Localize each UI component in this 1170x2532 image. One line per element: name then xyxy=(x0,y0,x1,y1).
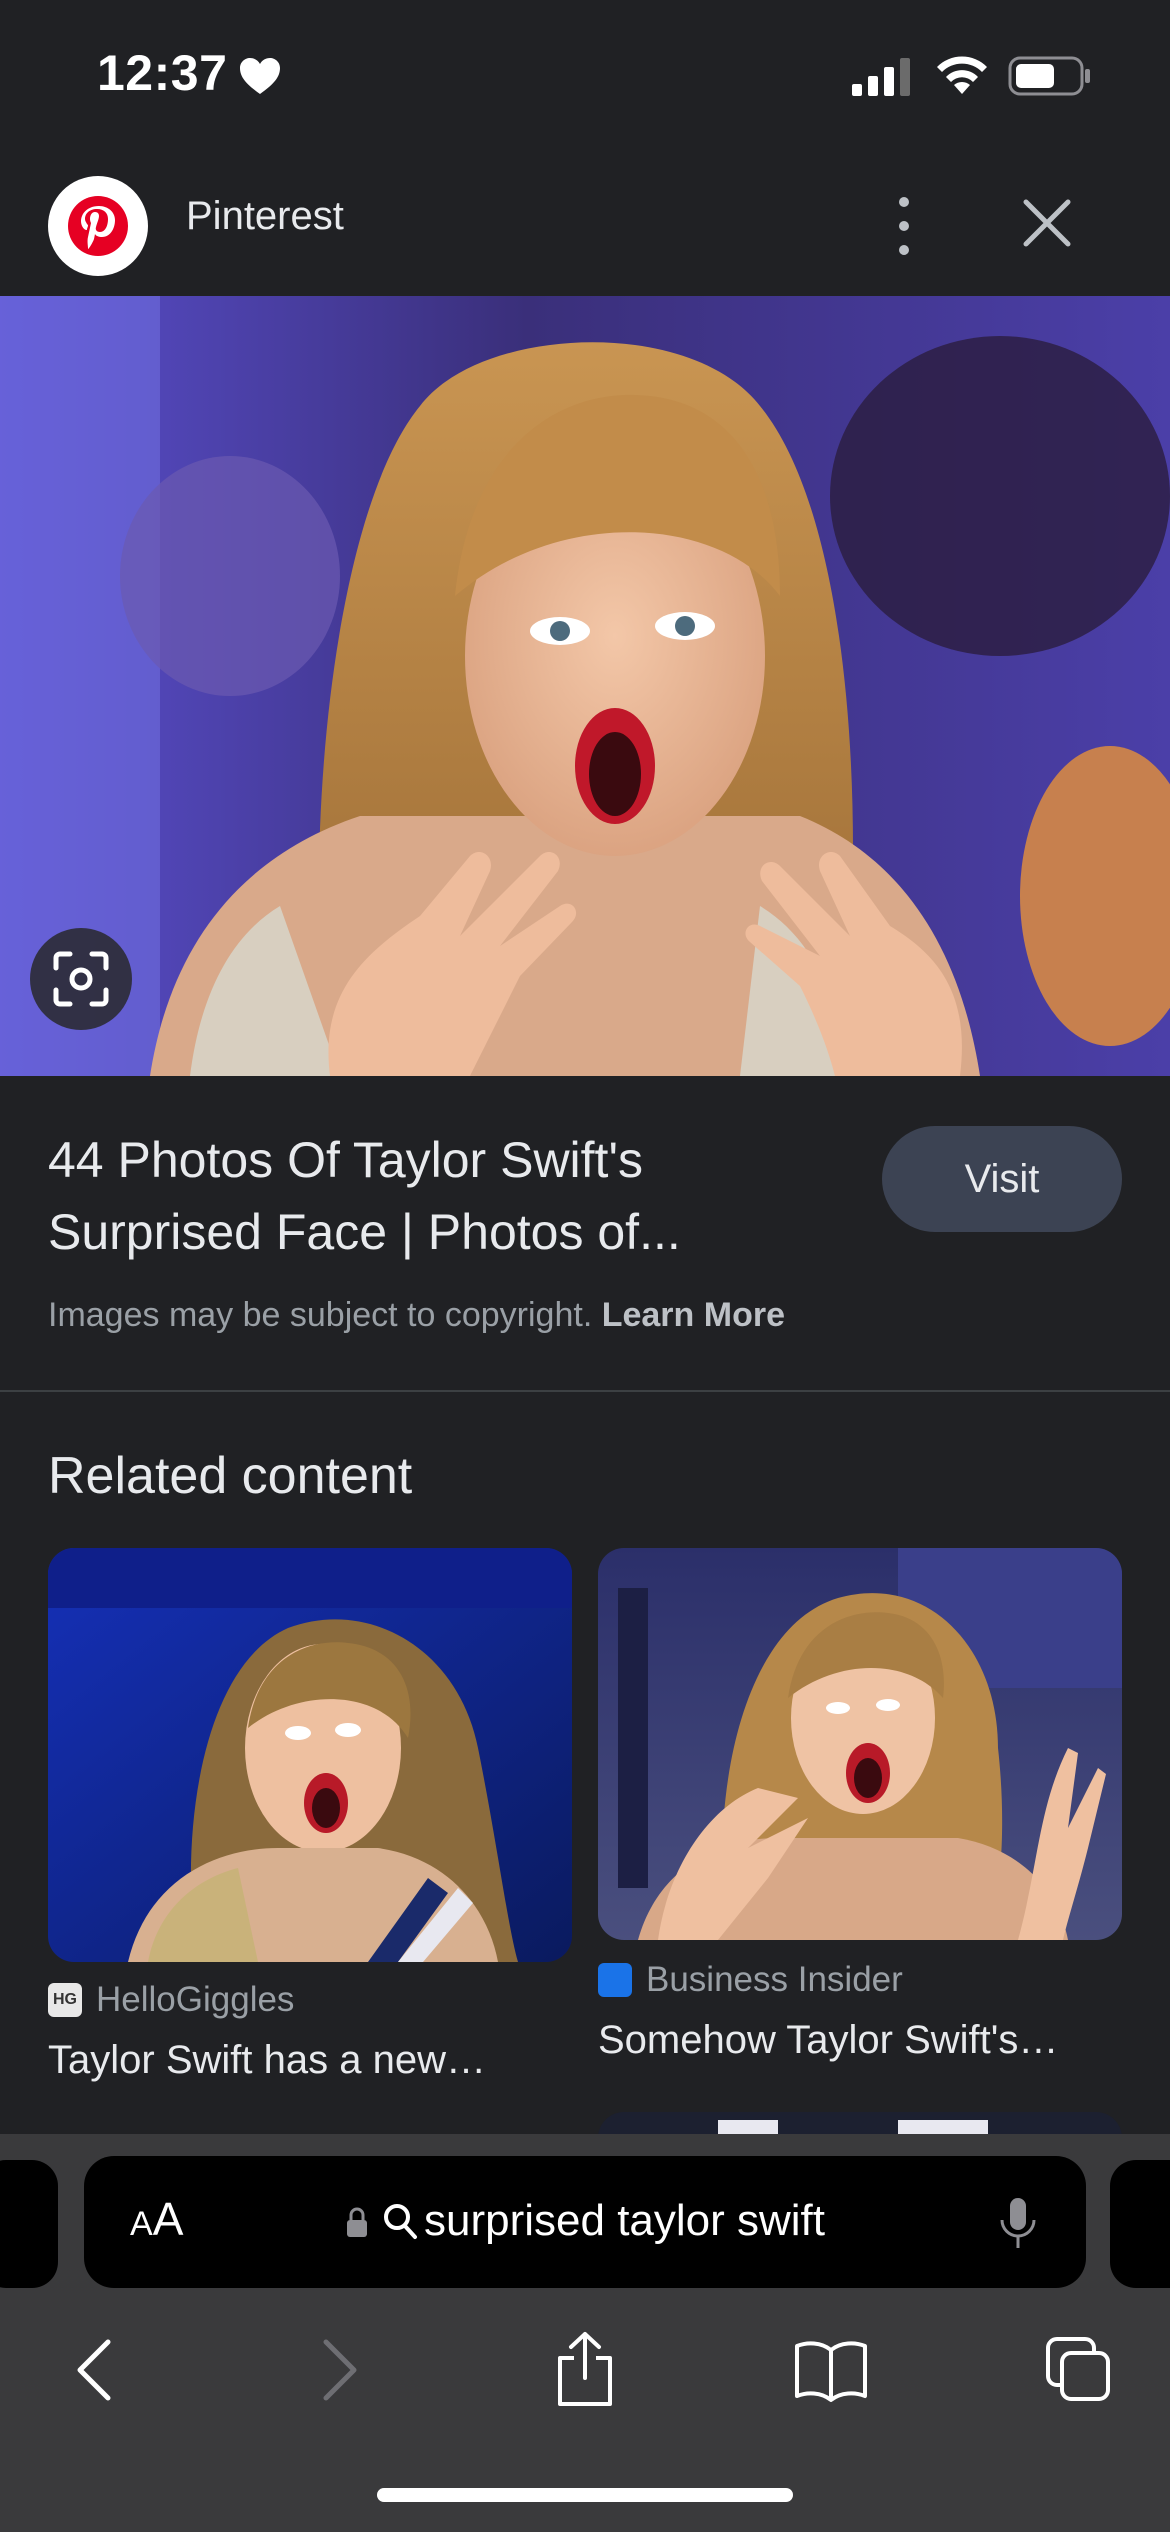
related-card-title[interactable]: Somehow Taylor Swift's… xyxy=(598,2018,1058,2063)
book-icon xyxy=(795,2341,867,2402)
hero-photo xyxy=(0,296,1170,1076)
related-card-business-insider[interactable]: Business Insider Somehow Taylor Swift's… xyxy=(598,1548,1122,2078)
back-button[interactable] xyxy=(54,2320,134,2420)
related-card-title[interactable]: Taylor Swift has a new… xyxy=(48,2038,486,2083)
lock-icon xyxy=(347,2207,367,2237)
copyright-text: Images may be subject to copyright. xyxy=(48,1296,593,1334)
tabs-button[interactable] xyxy=(1034,2320,1124,2420)
more-vertical-icon[interactable] xyxy=(884,186,924,266)
related-card-source-name: Business Insider xyxy=(646,1960,903,1999)
related-card-source-name: HelloGiggles xyxy=(96,1980,295,2019)
chevron-left-icon xyxy=(77,2339,111,2401)
source-name[interactable]: Pinterest xyxy=(186,194,344,239)
status-bar: 12:37 xyxy=(0,0,1170,150)
divider xyxy=(0,1390,1170,1392)
source-header: Pinterest xyxy=(0,160,1170,296)
tabs-icon xyxy=(1046,2337,1110,2401)
lens-icon xyxy=(53,951,109,1007)
microphone-icon[interactable] xyxy=(998,2196,1038,2252)
related-card-hellogiggles[interactable]: HG HelloGiggles Taylor Swift has a new… xyxy=(48,1548,572,2098)
copyright-notice: Images may be subject to copyright. Lear… xyxy=(48,1296,785,1335)
status-time: 12:37 xyxy=(97,45,228,101)
google-lens-button[interactable] xyxy=(30,928,132,1030)
pinterest-p-icon xyxy=(68,196,128,256)
cellular-signal-icon xyxy=(852,58,910,96)
heart-icon xyxy=(240,58,280,94)
hero-image[interactable] xyxy=(0,296,1170,1076)
related-content-heading: Related content xyxy=(48,1447,413,1505)
related-photo-2 xyxy=(598,1548,1122,1940)
related-card-source: Business Insider xyxy=(598,1960,903,2000)
share-icon xyxy=(558,2332,612,2406)
battery-icon xyxy=(1008,56,1090,96)
bookmarks-button[interactable] xyxy=(786,2320,876,2420)
wifi-icon xyxy=(937,56,987,94)
related-card-image[interactable] xyxy=(598,1548,1122,1940)
chevron-right-icon xyxy=(323,2339,357,2401)
related-photo-1 xyxy=(48,1548,572,1962)
screen: 12:37 Pinterest 44 Photos Of Taylor Swif… xyxy=(0,0,1170,2532)
address-text[interactable]: surprised taylor swift xyxy=(424,2196,825,2246)
hellogiggles-favicon-icon: HG xyxy=(48,1983,82,2017)
share-button[interactable] xyxy=(540,2320,630,2420)
browser-bottom-bar: AA surprised taylor swift xyxy=(0,2134,1170,2532)
search-icon xyxy=(384,2204,417,2239)
related-card-image[interactable] xyxy=(48,1548,572,1962)
close-icon[interactable] xyxy=(1018,194,1076,252)
related-card-source: HG HelloGiggles xyxy=(48,1980,294,2020)
next-tab-preview[interactable] xyxy=(1110,2160,1170,2288)
address-bar[interactable]: AA surprised taylor swift xyxy=(84,2156,1086,2288)
previous-tab-preview[interactable] xyxy=(0,2160,58,2288)
learn-more-link[interactable]: Learn More xyxy=(602,1296,785,1334)
business-insider-favicon-icon xyxy=(598,1963,632,1997)
visit-button[interactable]: Visit xyxy=(882,1126,1122,1232)
result-title-line1: 44 Photos Of Taylor Swift's xyxy=(48,1132,643,1188)
result-title-line2: Surprised Face | Photos of... xyxy=(48,1204,681,1260)
home-indicator[interactable] xyxy=(377,2488,793,2502)
forward-button[interactable] xyxy=(300,2320,380,2420)
pinterest-logo-icon[interactable] xyxy=(48,176,148,276)
result-title[interactable]: 44 Photos Of Taylor Swift's Surprised Fa… xyxy=(48,1124,848,1268)
text-size-button[interactable]: AA xyxy=(130,2192,183,2246)
